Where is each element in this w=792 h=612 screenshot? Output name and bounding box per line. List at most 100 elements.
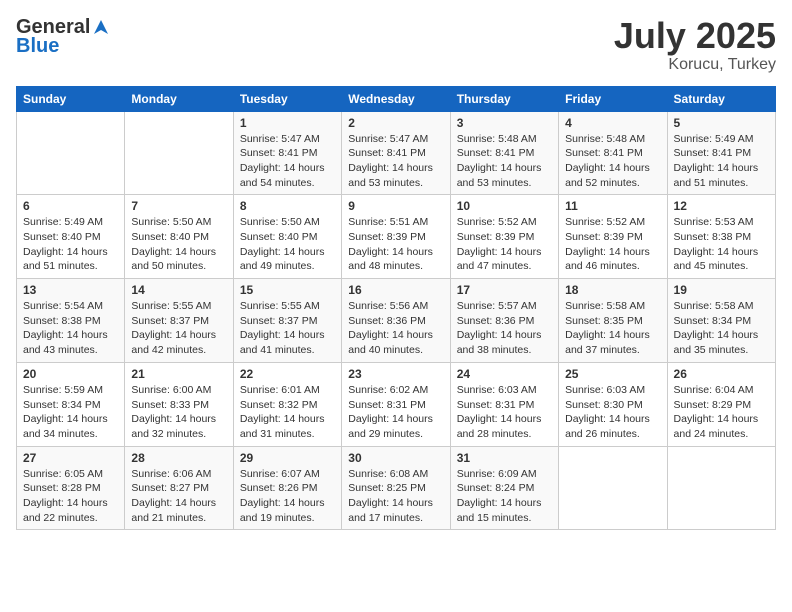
table-row: 30Sunrise: 6:08 AM Sunset: 8:25 PM Dayli… bbox=[342, 446, 450, 530]
day-number: 22 bbox=[240, 367, 335, 381]
day-info: Sunrise: 6:04 AM Sunset: 8:29 PM Dayligh… bbox=[674, 383, 769, 442]
table-row: 25 Sunrise: 6:03 AM Sunset: 8:30 PM Dayli… bbox=[559, 362, 667, 446]
day-number: 30 bbox=[348, 451, 443, 465]
day-info: Sunrise: 5:52 AM Sunset: 8:39 PM Dayligh… bbox=[565, 215, 660, 274]
table-row: 10 Sunrise: 5:52 AM Sunset: 8:39 PM Dayli… bbox=[450, 195, 558, 279]
day-number: 10 bbox=[457, 199, 552, 213]
table-row: 21 Sunrise: 6:00 AM Sunset: 8:33 PM Dayli… bbox=[125, 362, 233, 446]
day-info: Sunrise: 5:58 AM Sunset: 8:35 PM Dayligh… bbox=[565, 299, 660, 358]
calendar-week-row: 20 Sunrise: 5:59 AM Sunset: 8:34 PM Dayli… bbox=[17, 362, 776, 446]
day-info: Sunrise: 5:50 AM Sunset: 8:40 PM Dayligh… bbox=[240, 215, 335, 274]
header-thursday: Thursday bbox=[450, 86, 558, 111]
day-number: 1 bbox=[240, 116, 335, 130]
day-info: Sunrise: 5:48 AM Sunset: 8:41 PM Dayligh… bbox=[457, 132, 552, 191]
table-row: 20 Sunrise: 5:59 AM Sunset: 8:34 PM Dayli… bbox=[17, 362, 125, 446]
day-number: 24 bbox=[457, 367, 552, 381]
day-number: 14 bbox=[131, 283, 226, 297]
table-row: 22 Sunrise: 6:01 AM Sunset: 8:32 PM Dayli… bbox=[233, 362, 341, 446]
day-number: 4 bbox=[565, 116, 660, 130]
table-row bbox=[17, 111, 125, 195]
calendar-location: Korucu, Turkey bbox=[614, 56, 776, 74]
day-number: 5 bbox=[674, 116, 769, 130]
day-info: Sunrise: 5:54 AM Sunset: 8:38 PM Dayligh… bbox=[23, 299, 118, 358]
calendar-month-title: July 2025 bbox=[614, 16, 776, 56]
day-number: 20 bbox=[23, 367, 118, 381]
day-info: Sunrise: 5:47 AM Sunset: 8:41 PM Dayligh… bbox=[240, 132, 335, 191]
day-info: Sunrise: 5:58 AM Sunset: 8:34 PM Dayligh… bbox=[674, 299, 769, 358]
table-row: 24 Sunrise: 6:03 AM Sunset: 8:31 PM Dayli… bbox=[450, 362, 558, 446]
day-info: Sunrise: 6:06 AM Sunset: 8:27 PM Dayligh… bbox=[131, 467, 226, 526]
day-info: Sunrise: 5:47 AM Sunset: 8:41 PM Dayligh… bbox=[348, 132, 443, 191]
table-row: 17Sunrise: 5:57 AM Sunset: 8:36 PM Dayli… bbox=[450, 279, 558, 363]
day-info: Sunrise: 6:01 AM Sunset: 8:32 PM Dayligh… bbox=[240, 383, 335, 442]
table-row: 19 Sunrise: 5:58 AM Sunset: 8:34 PM Dayli… bbox=[667, 279, 775, 363]
day-number: 9 bbox=[348, 199, 443, 213]
table-row: 2 Sunrise: 5:47 AM Sunset: 8:41 PM Daylig… bbox=[342, 111, 450, 195]
day-number: 13 bbox=[23, 283, 118, 297]
table-row: 6Sunrise: 5:49 AM Sunset: 8:40 PM Daylig… bbox=[17, 195, 125, 279]
day-info: Sunrise: 6:02 AM Sunset: 8:31 PM Dayligh… bbox=[348, 383, 443, 442]
day-number: 28 bbox=[131, 451, 226, 465]
day-number: 29 bbox=[240, 451, 335, 465]
table-row: 8 Sunrise: 5:50 AM Sunset: 8:40 PM Daylig… bbox=[233, 195, 341, 279]
day-number: 3 bbox=[457, 116, 552, 130]
table-row: 11 Sunrise: 5:52 AM Sunset: 8:39 PM Dayli… bbox=[559, 195, 667, 279]
table-row: 4Sunrise: 5:48 AM Sunset: 8:41 PM Daylig… bbox=[559, 111, 667, 195]
day-info: Sunrise: 5:55 AM Sunset: 8:37 PM Dayligh… bbox=[240, 299, 335, 358]
logo: General Blue bbox=[16, 16, 110, 58]
page-header: General Blue July 2025 Korucu, Turkey bbox=[16, 16, 776, 74]
table-row: 5 Sunrise: 5:49 AM Sunset: 8:41 PM Daylig… bbox=[667, 111, 775, 195]
header-wednesday: Wednesday bbox=[342, 86, 450, 111]
table-row: 16Sunrise: 5:56 AM Sunset: 8:36 PM Dayli… bbox=[342, 279, 450, 363]
day-info: Sunrise: 5:59 AM Sunset: 8:34 PM Dayligh… bbox=[23, 383, 118, 442]
header-saturday: Saturday bbox=[667, 86, 775, 111]
day-number: 16 bbox=[348, 283, 443, 297]
header-monday: Monday bbox=[125, 86, 233, 111]
table-row: 31Sunrise: 6:09 AM Sunset: 8:24 PM Dayli… bbox=[450, 446, 558, 530]
day-number: 2 bbox=[348, 116, 443, 130]
day-info: Sunrise: 5:53 AM Sunset: 8:38 PM Dayligh… bbox=[674, 215, 769, 274]
day-number: 15 bbox=[240, 283, 335, 297]
calendar-week-row: 13 Sunrise: 5:54 AM Sunset: 8:38 PM Dayli… bbox=[17, 279, 776, 363]
day-number: 21 bbox=[131, 367, 226, 381]
day-number: 8 bbox=[240, 199, 335, 213]
table-row: 28 Sunrise: 6:06 AM Sunset: 8:27 PM Dayli… bbox=[125, 446, 233, 530]
calendar-week-row: 27Sunrise: 6:05 AM Sunset: 8:28 PM Dayli… bbox=[17, 446, 776, 530]
table-row: 26 Sunrise: 6:04 AM Sunset: 8:29 PM Dayli… bbox=[667, 362, 775, 446]
day-info: Sunrise: 6:07 AM Sunset: 8:26 PM Dayligh… bbox=[240, 467, 335, 526]
day-info: Sunrise: 5:55 AM Sunset: 8:37 PM Dayligh… bbox=[131, 299, 226, 358]
table-row bbox=[125, 111, 233, 195]
day-number: 27 bbox=[23, 451, 118, 465]
calendar-table: Sunday Monday Tuesday Wednesday Thursday… bbox=[16, 86, 776, 531]
header-tuesday: Tuesday bbox=[233, 86, 341, 111]
day-info: Sunrise: 5:50 AM Sunset: 8:40 PM Dayligh… bbox=[131, 215, 226, 274]
day-info: Sunrise: 5:52 AM Sunset: 8:39 PM Dayligh… bbox=[457, 215, 552, 274]
logo-arrow-icon bbox=[92, 18, 110, 36]
header-sunday: Sunday bbox=[17, 86, 125, 111]
day-number: 23 bbox=[348, 367, 443, 381]
day-info: Sunrise: 5:51 AM Sunset: 8:39 PM Dayligh… bbox=[348, 215, 443, 274]
day-number: 7 bbox=[131, 199, 226, 213]
table-row: 23 Sunrise: 6:02 AM Sunset: 8:31 PM Dayli… bbox=[342, 362, 450, 446]
day-number: 25 bbox=[565, 367, 660, 381]
table-row bbox=[559, 446, 667, 530]
day-number: 11 bbox=[565, 199, 660, 213]
day-number: 26 bbox=[674, 367, 769, 381]
table-row: 9 Sunrise: 5:51 AM Sunset: 8:39 PM Daylig… bbox=[342, 195, 450, 279]
table-row: 15 Sunrise: 5:55 AM Sunset: 8:37 PM Dayli… bbox=[233, 279, 341, 363]
header-friday: Friday bbox=[559, 86, 667, 111]
day-number: 18 bbox=[565, 283, 660, 297]
table-row: 3 Sunrise: 5:48 AM Sunset: 8:41 PM Daylig… bbox=[450, 111, 558, 195]
day-info: Sunrise: 5:49 AM Sunset: 8:41 PM Dayligh… bbox=[674, 132, 769, 191]
table-row: 27Sunrise: 6:05 AM Sunset: 8:28 PM Dayli… bbox=[17, 446, 125, 530]
table-row: 14 Sunrise: 5:55 AM Sunset: 8:37 PM Dayli… bbox=[125, 279, 233, 363]
table-row: 1 Sunrise: 5:47 AM Sunset: 8:41 PM Daylig… bbox=[233, 111, 341, 195]
day-info: Sunrise: 6:00 AM Sunset: 8:33 PM Dayligh… bbox=[131, 383, 226, 442]
day-number: 31 bbox=[457, 451, 552, 465]
day-info: Sunrise: 6:03 AM Sunset: 8:30 PM Dayligh… bbox=[565, 383, 660, 442]
day-number: 19 bbox=[674, 283, 769, 297]
table-row: 29 Sunrise: 6:07 AM Sunset: 8:26 PM Dayli… bbox=[233, 446, 341, 530]
table-row: 12Sunrise: 5:53 AM Sunset: 8:38 PM Dayli… bbox=[667, 195, 775, 279]
day-info: Sunrise: 6:03 AM Sunset: 8:31 PM Dayligh… bbox=[457, 383, 552, 442]
day-info: Sunrise: 5:49 AM Sunset: 8:40 PM Dayligh… bbox=[23, 215, 118, 274]
